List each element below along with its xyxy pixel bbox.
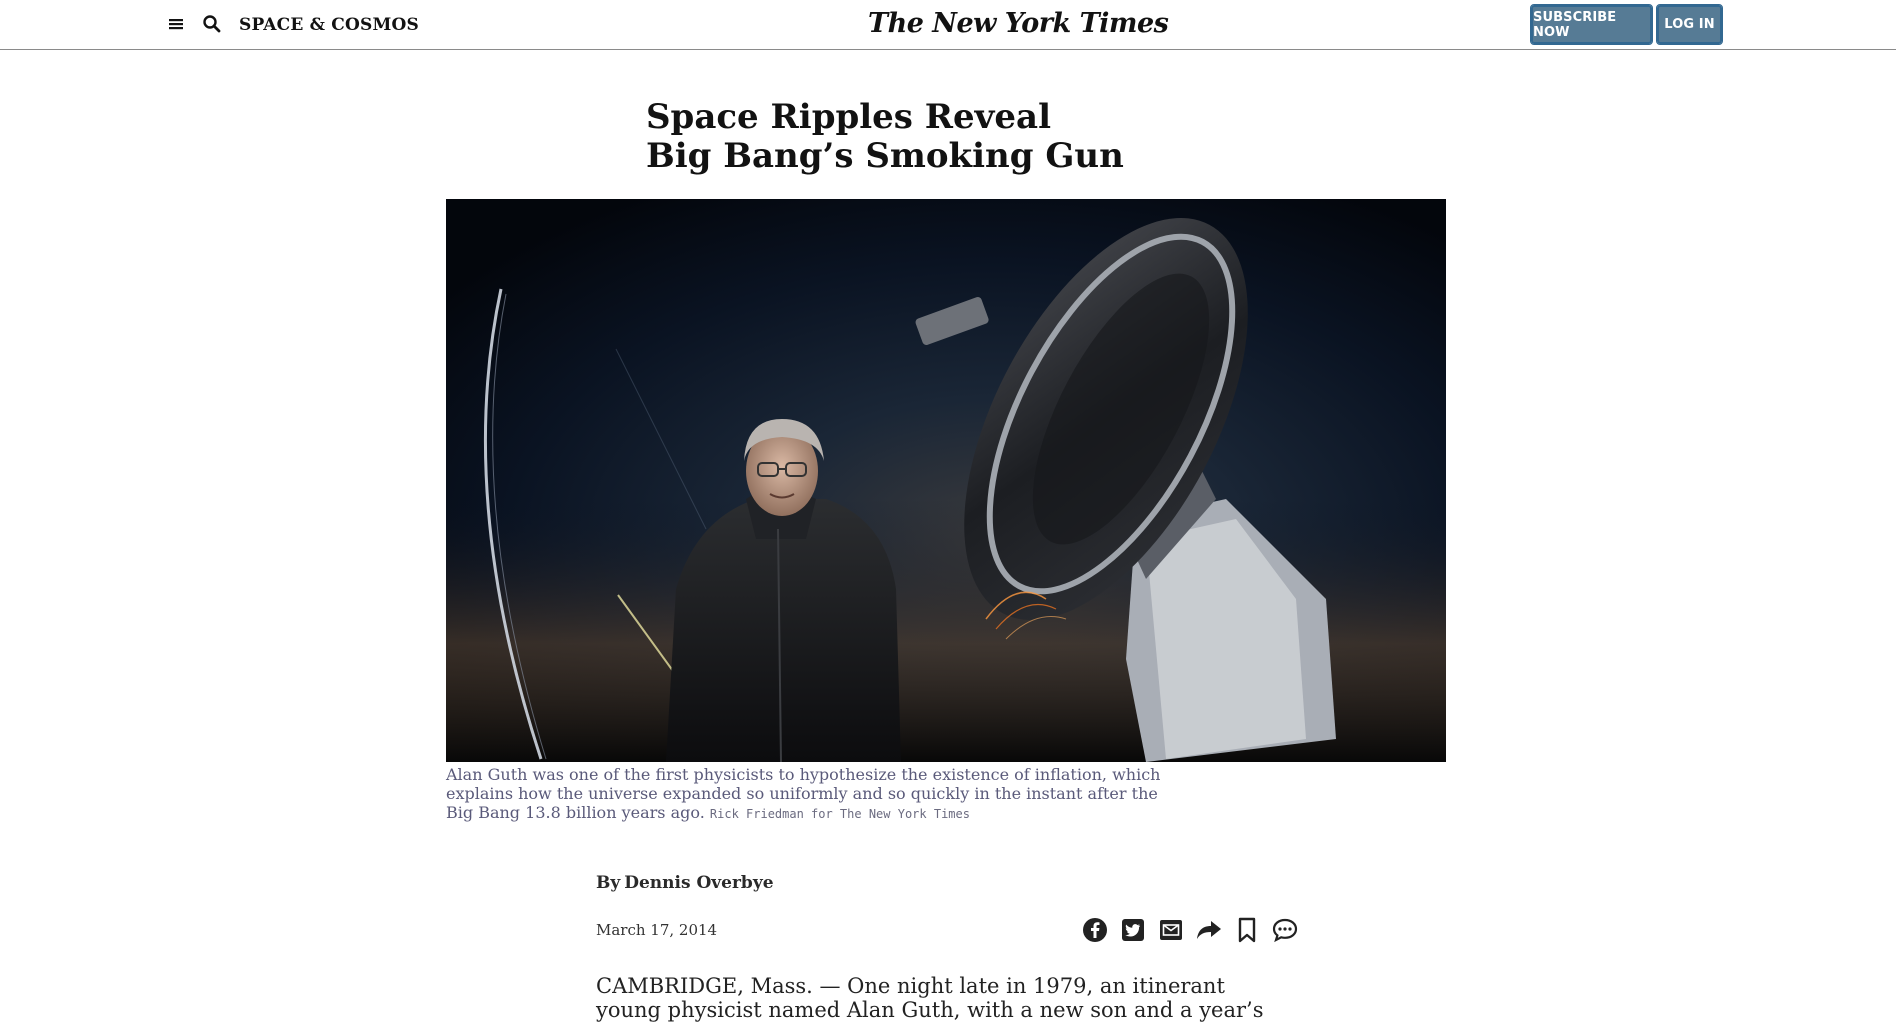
top-bar: SPACE & COSMOS The New York Times SUBSCR… (0, 0, 1896, 50)
photo-caption: Alan Guth was one of the first physicist… (446, 765, 1186, 824)
publish-date: March 17, 2014 (596, 921, 718, 939)
search-icon[interactable] (201, 13, 223, 35)
bookmark-icon[interactable] (1232, 915, 1262, 945)
twitter-icon[interactable] (1118, 915, 1148, 945)
hero-photo (446, 199, 1446, 762)
author-link[interactable]: Dennis Overbye (624, 873, 773, 893)
email-icon[interactable] (1156, 915, 1186, 945)
facebook-icon[interactable] (1080, 915, 1110, 945)
headline-line-1: Space Ripples Reveal (646, 97, 1051, 137)
comment-icon[interactable] (1270, 915, 1300, 945)
byline-prefix: By (596, 873, 621, 893)
article-headline: Space Ripples Reveal Big Bang’s Smoking … (646, 98, 1246, 176)
headline-line-2: Big Bang’s Smoking Gun (646, 136, 1124, 176)
section-link[interactable]: SPACE & COSMOS (239, 15, 419, 35)
login-button[interactable]: LOG IN (1656, 4, 1723, 45)
nyt-logo[interactable]: The New York Times (868, 6, 1169, 42)
share-toolbar (1080, 915, 1300, 945)
subscribe-button[interactable]: SUBSCRIBE NOW (1530, 4, 1653, 45)
hamburger-icon[interactable] (166, 14, 186, 34)
article-body-paragraph: CAMBRIDGE, Mass. — One night late in 197… (596, 974, 1264, 1022)
byline: By Dennis Overbye (596, 873, 774, 893)
share-icon[interactable] (1194, 915, 1224, 945)
photo-credit: Rick Friedman for The New York Times (709, 807, 970, 821)
